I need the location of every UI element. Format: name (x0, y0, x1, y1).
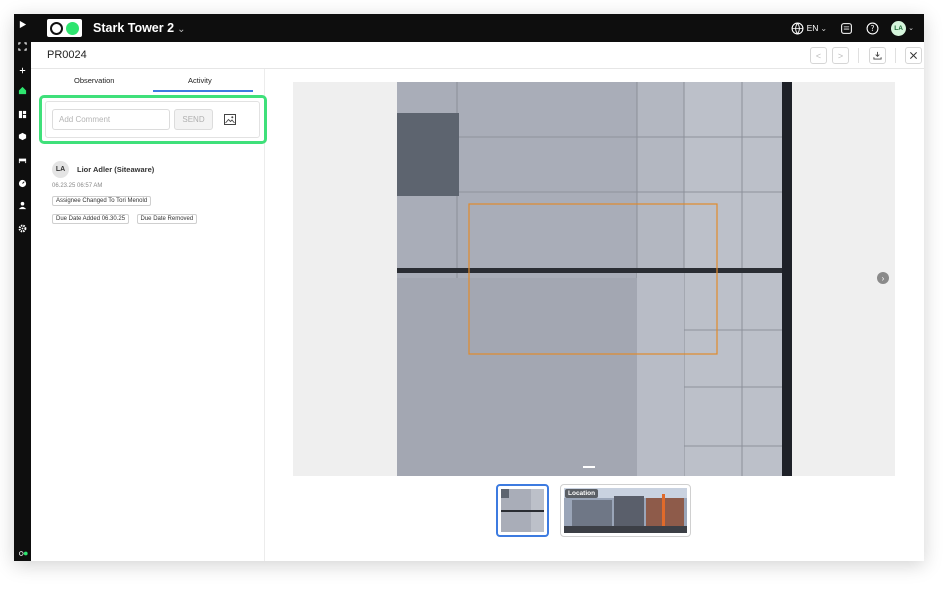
avatar: LA (891, 20, 907, 36)
add-icon[interactable] (18, 66, 27, 75)
active-tab-indicator (153, 90, 253, 92)
left-rail (14, 14, 31, 561)
image-icon (224, 113, 236, 125)
chat-icon[interactable] (839, 21, 853, 35)
previous-button[interactable]: < (810, 47, 827, 64)
brand-logo[interactable] (47, 19, 82, 37)
image-viewer: › (293, 82, 895, 476)
activity-user: Lior Adler (Siteaware) (77, 165, 155, 174)
home-icon[interactable] (18, 86, 27, 95)
change-chip: Due Date Removed (136, 214, 198, 224)
inspection-photo[interactable] (397, 82, 792, 476)
top-bar: Stark Tower 2 ⌄ EN ⌄ ? LA ⌄ (31, 14, 924, 42)
settings-icon[interactable] (18, 224, 27, 233)
chevron-right-icon: > (837, 50, 844, 61)
record-id: PR0024 (47, 49, 87, 61)
tab-activity[interactable]: Activity (188, 76, 212, 85)
change-chip: Due Date Added 06.30.25 (52, 214, 130, 224)
project-name: Stark Tower 2 (93, 21, 175, 35)
record-header: PR0024 < > (31, 42, 924, 69)
globe-icon (791, 21, 805, 35)
chevron-left-icon: < (815, 50, 822, 61)
avatar: LA (52, 161, 69, 178)
user-menu[interactable]: LA ⌄ (891, 20, 914, 36)
close-button[interactable] (905, 47, 922, 64)
thumbnail-strip: Location (496, 484, 696, 538)
panel-tabs: Observation Activity (31, 69, 265, 93)
user-icon[interactable] (18, 201, 27, 210)
chevron-right-icon: › (881, 273, 885, 283)
change-chip: Assignee Changed To Tori Menold (52, 196, 152, 206)
bed-icon[interactable] (18, 155, 27, 164)
thumbnail-location[interactable]: Location (560, 484, 691, 537)
chevron-down-icon: ⌄ (908, 25, 914, 32)
brand-mini-icon (17, 549, 29, 558)
divider (858, 48, 859, 63)
tab-observation[interactable]: Observation (74, 76, 114, 85)
cube-icon[interactable] (18, 132, 27, 141)
gauge-icon[interactable] (18, 179, 27, 188)
details-panel: Observation Activity SEND LA Lior Adler … (31, 69, 267, 561)
send-button[interactable]: SEND (174, 109, 213, 130)
activity-entry: LA Lior Adler (Siteaware) 06.23.25 06:57… (52, 161, 257, 225)
comment-input[interactable] (52, 109, 170, 130)
thumbnail-photo[interactable] (496, 484, 549, 537)
divider (895, 48, 896, 63)
attach-image-button[interactable] (223, 112, 237, 126)
project-selector[interactable]: Stark Tower 2 ⌄ (93, 21, 185, 35)
comment-composer: SEND (45, 101, 260, 138)
download-button[interactable] (869, 47, 886, 64)
frame-icon[interactable] (18, 42, 27, 51)
language-code: EN (806, 23, 819, 33)
dashboard-icon[interactable] (18, 110, 27, 119)
app-window: Stark Tower 2 ⌄ EN ⌄ ? LA ⌄ PR0024 < > Ob… (14, 14, 924, 561)
play-icon[interactable] (18, 20, 27, 29)
help-icon[interactable]: ? (865, 21, 879, 35)
chevron-down-icon: ⌄ (177, 24, 186, 35)
comment-highlight: SEND (39, 95, 267, 144)
next-button[interactable]: > (832, 47, 849, 64)
chevron-down-icon: ⌄ (820, 23, 828, 33)
location-label: Location (565, 489, 599, 498)
language-selector[interactable]: EN ⌄ (791, 21, 828, 35)
next-image-button[interactable]: › (877, 272, 889, 284)
thumbnail-image (501, 489, 544, 532)
close-icon (909, 51, 918, 60)
download-icon (873, 51, 882, 60)
svg-text:?: ? (870, 24, 874, 33)
wall-photo-image (397, 82, 792, 476)
